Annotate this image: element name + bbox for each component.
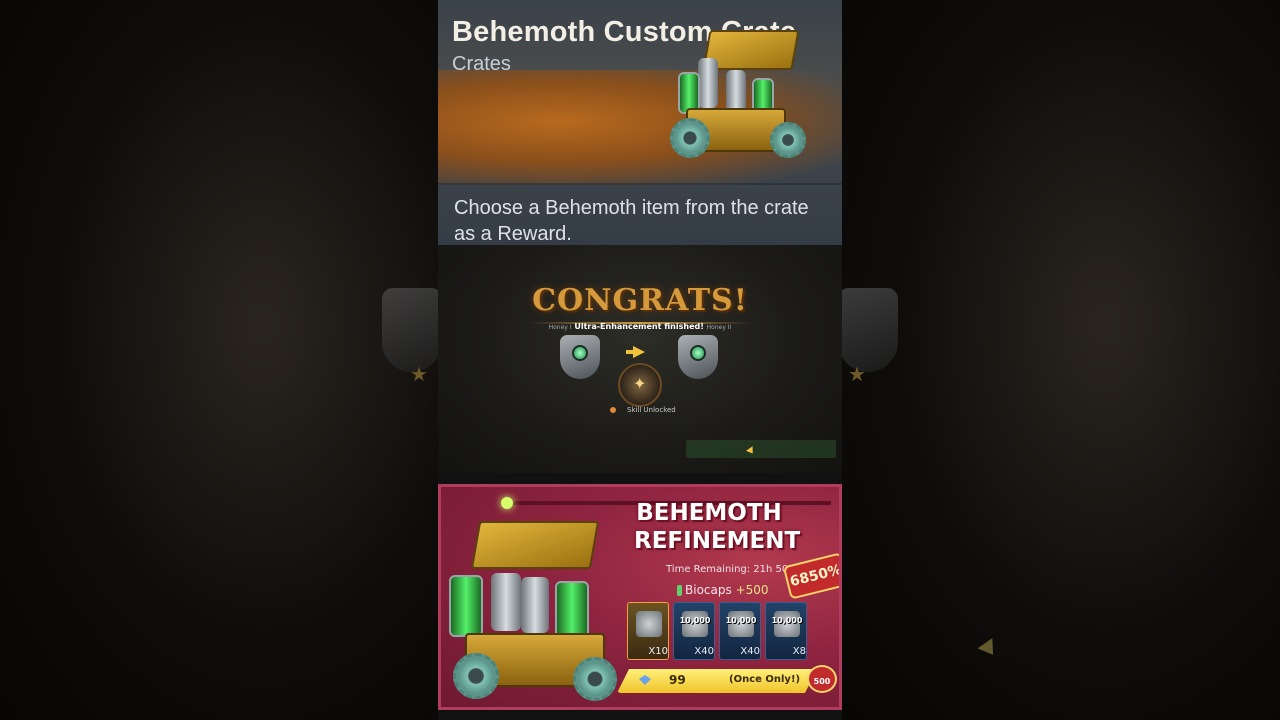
crate-info-card[interactable]: Behemoth Custom Crate Crates Choose a Be… xyxy=(438,0,842,245)
crate-icon xyxy=(636,611,662,637)
blurred-backdrop-right xyxy=(842,0,1280,720)
congrats-title: CONGRATS! xyxy=(532,283,748,318)
price-value: 99 xyxy=(669,673,686,687)
reward-item[interactable]: X10 xyxy=(627,602,669,660)
discount-value: 6850% xyxy=(788,561,842,591)
buy-button[interactable]: 99 (Once Only!) xyxy=(617,669,817,693)
part-before-icon xyxy=(560,335,600,379)
reward-items: X10 10,000 X40 10,000 X40 10,000 X8 xyxy=(627,602,807,662)
part-after-icon xyxy=(678,335,718,379)
arrow-right-icon xyxy=(633,346,645,358)
purchase-limit: (Once Only!) xyxy=(729,674,801,685)
vip-points-value: 500 xyxy=(813,677,831,686)
glow-dot-icon xyxy=(501,497,513,509)
reward-label: 10,000 xyxy=(725,616,757,625)
skill-unlocked-label: Skill Unlocked xyxy=(627,406,676,414)
biocaps-amount: +500 xyxy=(735,583,769,597)
reward-label: 10,000 xyxy=(771,616,803,625)
crate-image xyxy=(443,515,623,705)
biocaps-bonus: Biocaps +500 xyxy=(685,583,769,597)
reward-quantity: X10 xyxy=(648,646,668,657)
enhancement-message: Honey I Ultra-Enhancement finished! Hone… xyxy=(438,322,842,331)
skill-icon xyxy=(618,363,662,407)
reward-item[interactable]: 10,000 X40 xyxy=(673,602,715,660)
refinement-offer-banner[interactable]: BEHEMOTH REFINEMENT Time Remaining: 21h … xyxy=(438,484,842,710)
from-label: Honey I xyxy=(548,324,572,331)
biocaps-icon xyxy=(677,585,682,596)
gem-icon xyxy=(639,675,651,685)
confirm-button[interactable] xyxy=(686,440,836,458)
reward-item[interactable]: 10,000 X8 xyxy=(765,602,807,660)
star-icon: ★ xyxy=(410,362,428,386)
offer-title-line2: REFINEMENT xyxy=(634,528,801,554)
offer-title: BEHEMOTH REFINEMENT xyxy=(634,499,801,555)
crate-image xyxy=(666,22,806,162)
divider xyxy=(438,183,842,185)
blurred-backdrop-left xyxy=(0,0,438,720)
reward-quantity: X40 xyxy=(694,646,714,657)
star-icon: ★ xyxy=(848,362,866,386)
biocaps-label: Biocaps xyxy=(685,583,732,597)
congrats-panel: CONGRATS! Honey I Ultra-Enhancement fini… xyxy=(438,245,842,473)
reward-item[interactable]: 10,000 X40 xyxy=(719,602,761,660)
blurred-shield-icon xyxy=(838,288,898,372)
time-remaining: Time Remaining: 21h 50m xyxy=(666,564,799,575)
item-type: Crates xyxy=(452,53,511,75)
reward-label: 10,000 xyxy=(679,616,711,625)
video-column: Behemoth Custom Crate Crates Choose a Be… xyxy=(438,0,842,720)
discount-badge: 6850% xyxy=(782,552,842,600)
message-text: Ultra-Enhancement finished! xyxy=(574,322,704,331)
item-description: Choose a Behemoth item from the crate as… xyxy=(454,197,809,245)
vip-points-badge: 500 xyxy=(807,665,837,693)
reward-quantity: X8 xyxy=(792,646,806,657)
reward-quantity: X40 xyxy=(740,646,760,657)
skill-bullet-icon xyxy=(610,407,616,413)
blurred-shield-icon xyxy=(382,288,442,372)
offer-title-line1: BEHEMOTH xyxy=(636,500,782,526)
to-label: Honey II xyxy=(706,324,732,331)
